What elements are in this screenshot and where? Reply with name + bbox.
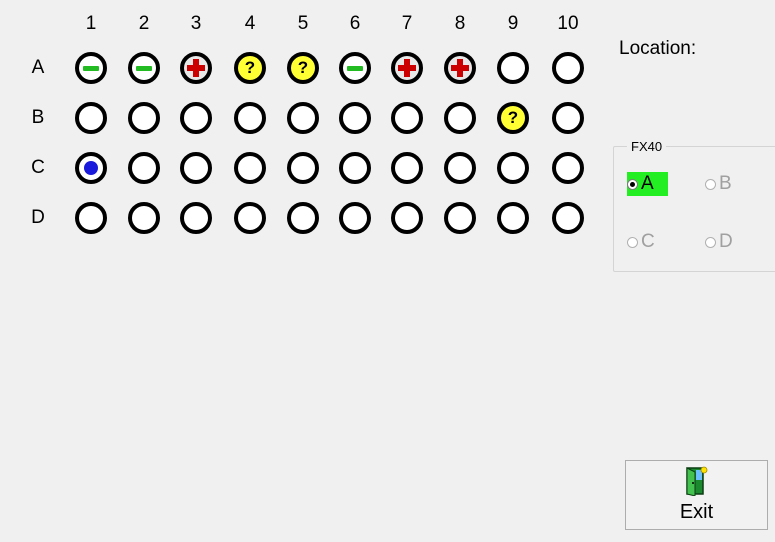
well-c3[interactable] xyxy=(180,152,212,184)
radio-unchecked-icon xyxy=(705,178,716,190)
well-d7[interactable] xyxy=(391,202,423,234)
well-b10[interactable] xyxy=(552,102,584,134)
column-header-5: 5 xyxy=(297,13,309,34)
well-d1[interactable] xyxy=(75,202,107,234)
column-header-1: 1 xyxy=(85,13,97,34)
well-c6[interactable] xyxy=(339,152,371,184)
radio-checked-icon xyxy=(627,178,638,190)
well-b9[interactable]: ? xyxy=(497,102,529,134)
plus-icon xyxy=(451,59,469,77)
column-header-7: 7 xyxy=(401,13,413,34)
well-c9[interactable] xyxy=(497,152,529,184)
well-c7[interactable] xyxy=(391,152,423,184)
well-c5[interactable] xyxy=(287,152,319,184)
well-d3[interactable] xyxy=(180,202,212,234)
fx40-radio-c[interactable]: C xyxy=(627,230,655,254)
radio-unchecked-icon xyxy=(705,236,716,248)
well-a7[interactable] xyxy=(391,52,423,84)
column-header-9: 9 xyxy=(507,13,519,34)
exit-button[interactable]: Exit xyxy=(625,460,768,530)
column-header-2: 2 xyxy=(138,13,150,34)
column-header-3: 3 xyxy=(190,13,202,34)
well-b7[interactable] xyxy=(391,102,423,134)
well-d5[interactable] xyxy=(287,202,319,234)
well-d9[interactable] xyxy=(497,202,529,234)
well-d6[interactable] xyxy=(339,202,371,234)
minus-icon xyxy=(83,65,99,71)
well-a5[interactable]: ? xyxy=(287,52,319,84)
plus-icon xyxy=(187,59,205,77)
selected-dot-icon xyxy=(84,161,98,175)
row-label-a: A xyxy=(31,57,45,78)
well-a9[interactable] xyxy=(497,52,529,84)
well-a6[interactable] xyxy=(339,52,371,84)
fx40-radio-b[interactable]: B xyxy=(705,172,732,196)
question-icon: ? xyxy=(507,108,519,127)
question-icon: ? xyxy=(244,58,256,77)
radio-unchecked-icon xyxy=(627,236,638,248)
exit-door-icon xyxy=(685,466,708,497)
well-c4[interactable] xyxy=(234,152,266,184)
column-header-6: 6 xyxy=(349,13,361,34)
column-header-8: 8 xyxy=(454,13,466,34)
well-b3[interactable] xyxy=(180,102,212,134)
fx40-radio-a[interactable]: A xyxy=(627,172,668,196)
fx40-group-title: FX40 xyxy=(627,139,667,154)
well-c1[interactable] xyxy=(75,152,107,184)
row-label-c: C xyxy=(31,157,45,178)
fx40-radio-d[interactable]: D xyxy=(705,230,733,254)
well-a10[interactable] xyxy=(552,52,584,84)
radio-label-b: B xyxy=(719,173,732,194)
row-label-b: B xyxy=(31,107,45,128)
well-a8[interactable] xyxy=(444,52,476,84)
radio-label-a: A xyxy=(641,173,654,194)
row-label-d: D xyxy=(31,207,45,228)
exit-button-label: Exit xyxy=(679,501,714,523)
minus-icon xyxy=(136,65,152,71)
plus-icon xyxy=(398,59,416,77)
question-icon: ? xyxy=(297,58,309,77)
radio-label-c: C xyxy=(641,231,655,252)
minus-icon xyxy=(347,65,363,71)
well-d2[interactable] xyxy=(128,202,160,234)
well-c8[interactable] xyxy=(444,152,476,184)
well-d10[interactable] xyxy=(552,202,584,234)
well-d8[interactable] xyxy=(444,202,476,234)
well-b1[interactable] xyxy=(75,102,107,134)
well-b5[interactable] xyxy=(287,102,319,134)
well-b2[interactable] xyxy=(128,102,160,134)
well-c10[interactable] xyxy=(552,152,584,184)
column-header-10: 10 xyxy=(557,13,579,34)
well-a3[interactable] xyxy=(180,52,212,84)
well-d4[interactable] xyxy=(234,202,266,234)
column-header-4: 4 xyxy=(244,13,256,34)
well-b6[interactable] xyxy=(339,102,371,134)
well-c2[interactable] xyxy=(128,152,160,184)
well-b8[interactable] xyxy=(444,102,476,134)
location-label: Location: xyxy=(619,38,697,59)
radio-label-d: D xyxy=(719,231,733,252)
well-a4[interactable]: ? xyxy=(234,52,266,84)
well-b4[interactable] xyxy=(234,102,266,134)
well-a1[interactable] xyxy=(75,52,107,84)
well-a2[interactable] xyxy=(128,52,160,84)
